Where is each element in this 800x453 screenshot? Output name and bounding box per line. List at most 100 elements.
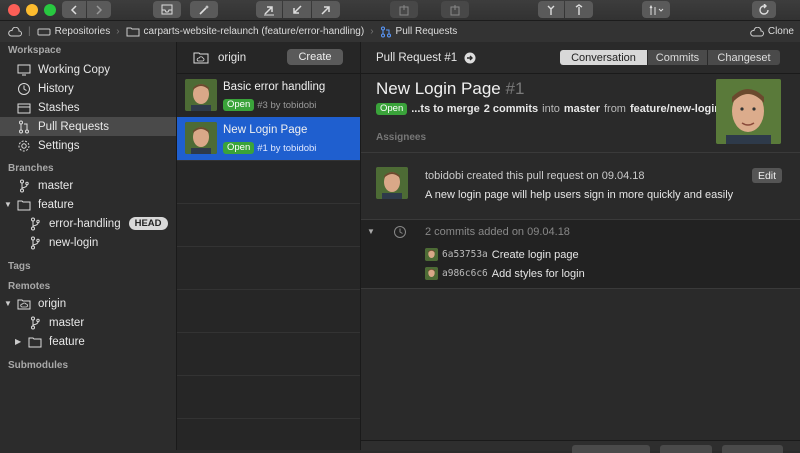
pull-request-title: New Login Page xyxy=(223,124,308,136)
tab-changeset[interactable]: Changeset xyxy=(708,50,780,65)
magic-wand-button[interactable] xyxy=(190,1,218,18)
pin-icon xyxy=(575,3,583,15)
pull-request-icon xyxy=(380,26,391,37)
apply-stash-button[interactable] xyxy=(441,1,469,18)
sidebar-item-history[interactable]: History xyxy=(0,79,176,98)
branch-icon xyxy=(27,315,43,331)
status-badge: Open xyxy=(223,142,255,154)
chevron-right-icon xyxy=(96,4,103,15)
sidebar-item-working-copy[interactable]: Working Copy xyxy=(0,60,176,79)
title-number: #1 xyxy=(505,79,525,98)
sidebar-remote-origin[interactable]: ▼ origin xyxy=(0,294,176,313)
forward-button[interactable] xyxy=(87,1,111,18)
commit-row[interactable]: 6a53753a Create login page xyxy=(425,248,579,261)
commit-message: Create login page xyxy=(491,248,579,261)
breadcrumb-label: Pull Requests xyxy=(395,26,458,37)
merge-menu-button[interactable] xyxy=(642,1,670,18)
sidebar-item-label: Stashes xyxy=(38,101,80,114)
refresh-button[interactable] xyxy=(752,1,776,18)
push-button[interactable] xyxy=(312,1,340,18)
pull-request-row[interactable]: New Login Page Open #1 by tobidobi xyxy=(177,117,360,161)
breadcrumb-pull-requests[interactable]: Pull Requests xyxy=(380,26,458,38)
disclosure-down-icon[interactable]: ▼ xyxy=(4,299,16,308)
disclosure-down-icon[interactable]: ▼ xyxy=(367,227,375,236)
comment-body: A new login page will help users sign in… xyxy=(425,189,734,201)
disclosure-right-icon[interactable]: ▶ xyxy=(15,337,27,346)
inbox-icon xyxy=(161,4,173,15)
merge-summary: Open ...ts to merge 2 commits into maste… xyxy=(376,103,721,115)
close-window-button[interactable] xyxy=(8,4,20,16)
sidebar-branch-feature[interactable]: ▼ feature xyxy=(0,195,176,214)
status-badge: Open xyxy=(223,99,255,111)
branch-icon xyxy=(27,235,43,251)
tags-header: Tags xyxy=(8,261,31,272)
title-text: New Login Page xyxy=(376,79,501,98)
edit-button[interactable]: Edit xyxy=(752,168,782,183)
sidebar-item-stashes[interactable]: Stashes xyxy=(0,98,176,117)
monitor-icon xyxy=(16,62,32,78)
branch-icon xyxy=(16,178,32,194)
commit-row[interactable]: a986c6c6 Add styles for login xyxy=(425,267,585,280)
sidebar-remote-feature[interactable]: ▶ feature xyxy=(0,332,176,351)
cloud-icon xyxy=(8,26,22,37)
merge-source-branch: feature/new-login xyxy=(629,103,722,115)
disclosure-down-icon[interactable]: ▼ xyxy=(4,200,16,209)
action-bar xyxy=(361,440,800,453)
empty-list-row xyxy=(177,160,360,204)
empty-list-row xyxy=(177,246,360,290)
sidebar-item-settings[interactable]: Settings xyxy=(0,136,176,155)
pull-button[interactable] xyxy=(283,1,311,18)
zoom-window-button[interactable] xyxy=(44,4,56,16)
tab-conversation[interactable]: Conversation xyxy=(560,50,647,65)
stash-button[interactable] xyxy=(390,1,418,18)
sidebar-branch-new-login[interactable]: new-login xyxy=(0,233,176,252)
avatar xyxy=(425,248,438,261)
sidebar-remote-master[interactable]: master xyxy=(0,313,176,332)
action-button[interactable] xyxy=(660,445,712,453)
fetch-button[interactable] xyxy=(256,1,282,18)
commits-added-label: 2 commits added on 09.04.18 xyxy=(425,226,570,238)
status-badge: Open xyxy=(376,103,408,115)
pull-request-title: Basic error handling xyxy=(223,81,326,93)
back-button[interactable] xyxy=(62,1,86,18)
merge-from-text: from xyxy=(603,103,626,115)
push-icon xyxy=(321,5,330,15)
sidebar-item-pull-requests[interactable]: Pull Requests xyxy=(0,117,176,136)
sidebar-item-label: master xyxy=(38,179,74,192)
action-button[interactable] xyxy=(722,445,783,453)
empty-list-row xyxy=(177,375,360,419)
minimize-window-button[interactable] xyxy=(26,4,38,16)
merge-dropdown-icon xyxy=(649,4,664,15)
sidebar-branch-error-handling[interactable]: error-handling HEAD xyxy=(0,214,176,233)
breadcrumb-repositories[interactable]: Repositories xyxy=(37,26,111,37)
create-pull-request-button[interactable]: Create xyxy=(287,49,343,65)
remote-name: origin xyxy=(218,51,247,64)
box-icon xyxy=(16,100,32,116)
pull-request-meta: Open #1 by tobidobi xyxy=(223,142,316,154)
pull-request-detail: Pull Request #1 Conversation Commits Cha… xyxy=(361,42,800,453)
pull-request-title: New Login Page #1 xyxy=(376,79,524,99)
avatar xyxy=(185,122,217,154)
sidebar: Workspace Working Copy History Stashes P… xyxy=(0,42,177,450)
remote-folder-icon xyxy=(16,296,32,312)
arrow-right-circle-icon[interactable] xyxy=(464,52,476,64)
pull-request-row[interactable]: Basic error handling Open #3 by tobidobi xyxy=(177,74,360,118)
pull-request-list: origin Create Basic error handling Open … xyxy=(177,42,361,450)
branch-button[interactable] xyxy=(538,1,564,18)
action-button[interactable] xyxy=(572,445,650,453)
empty-list-row xyxy=(177,289,360,333)
assignees-label: Assignees xyxy=(376,132,427,143)
drive-icon xyxy=(37,28,51,35)
clock-icon xyxy=(393,225,407,242)
breadcrumb-repo[interactable]: carparts-website-relaunch (feature/error… xyxy=(126,26,364,37)
tab-commits[interactable]: Commits xyxy=(648,50,707,65)
tag-button[interactable] xyxy=(565,1,593,18)
clone-button[interactable]: Clone xyxy=(750,26,794,37)
commit-hash: 6a53753a xyxy=(442,249,488,260)
merge-into-text: into xyxy=(542,103,560,115)
commits-added-section: ▼ 2 commits added on 09.04.18 6a53753a C… xyxy=(361,219,800,289)
sidebar-branch-master[interactable]: master xyxy=(0,176,176,195)
workspace-button[interactable] xyxy=(153,1,181,18)
breadcrumb-label: Repositories xyxy=(54,26,111,37)
folder-icon xyxy=(16,197,32,213)
